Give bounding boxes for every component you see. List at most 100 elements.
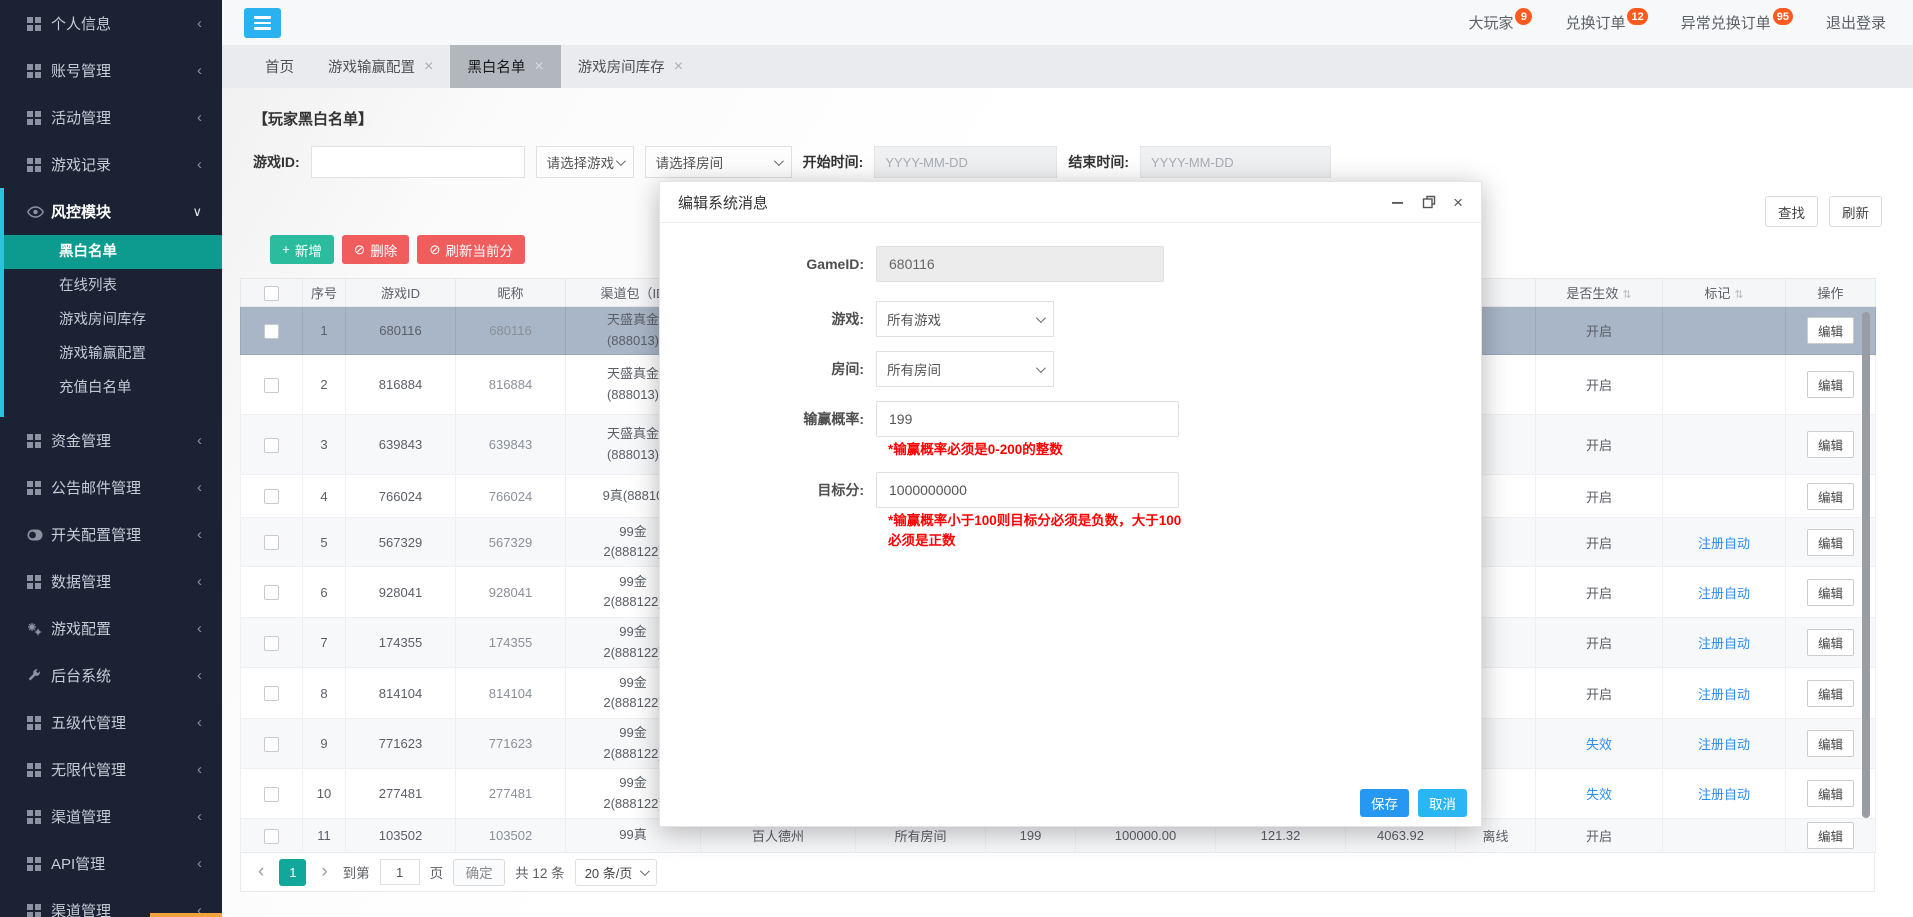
tab-游戏房间库存[interactable]: 游戏房间库存× [561,45,700,88]
sidebar-item-账号管理[interactable]: 账号管理‹ [0,47,222,94]
row-checkbox[interactable] [264,787,279,802]
row-checkbox[interactable] [264,829,279,844]
rate-input[interactable] [876,401,1179,437]
row-number-cell: 11 [303,819,346,853]
close-icon[interactable]: × [534,59,543,75]
modal-header: 编辑系统消息 × [660,182,1481,223]
row-checkbox[interactable] [264,535,279,550]
sidebar-item-开关配置管理[interactable]: 开关配置管理‹ [0,511,222,558]
sidebar-item-游戏配置[interactable]: 游戏配置‹ [0,605,222,652]
tab-黑白名单[interactable]: 黑白名单 × [450,45,560,88]
row-checkbox[interactable] [264,737,279,752]
game-row: 游戏: 所有游戏 [660,301,1481,337]
sidebar-subitem-在线列表[interactable]: 在线列表 [4,269,222,303]
hamburger-button[interactable] [244,8,281,38]
row-checkbox[interactable] [264,686,279,701]
sort-icon[interactable]: ⇅ [1622,289,1631,301]
sidebar-subitem-游戏房间库存[interactable]: 游戏房间库存 [4,303,222,337]
modal-game-select[interactable]: 所有游戏 [876,301,1054,337]
sidebar-scrollbar[interactable] [150,913,222,917]
grid-icon [27,904,51,917]
edit-button[interactable]: 编辑 [1807,317,1854,344]
edit-button[interactable]: 编辑 [1807,822,1854,849]
page-number-input[interactable] [380,859,420,885]
edit-button[interactable]: 编辑 [1807,371,1854,398]
edit-button[interactable]: 编辑 [1807,483,1854,510]
sidebar-subitem-充值白名单[interactable]: 充值白名单 [4,371,222,405]
maximize-icon[interactable] [1422,195,1436,209]
start-date-input[interactable] [874,146,1057,178]
edit-button[interactable]: 编辑 [1807,780,1854,807]
sidebar-item-API管理[interactable]: API管理‹ [0,840,222,887]
sidebar-item-数据管理[interactable]: 数据管理‹ [0,558,222,605]
prev-page-button[interactable]: ‹ [253,861,269,883]
refresh-score-button[interactable]: ⊘刷新当前分 [417,235,525,264]
grid-icon [27,111,51,125]
modal-room-select[interactable]: 所有房间 [876,351,1054,387]
minimize-icon[interactable] [1391,195,1405,209]
tab-游戏输赢配置[interactable]: 游戏输赢配置× [311,45,450,88]
end-date-input[interactable] [1140,146,1331,178]
sidebar-item-风控模块[interactable]: 风控模块∨ [4,188,222,235]
page-size-value: 20 条/页 [585,863,633,882]
tab-label: 黑白名单 [467,56,525,77]
sidebar-item-活动管理[interactable]: 活动管理‹ [0,94,222,141]
mark-link[interactable]: 注册自动 [1698,636,1750,651]
current-page-button[interactable]: 1 [279,859,306,886]
sidebar-item-无限代管理[interactable]: 无限代管理‹ [0,746,222,793]
sidebar-item-个人信息[interactable]: 个人信息‹ [0,0,222,47]
mark-link[interactable]: 注册自动 [1698,787,1750,802]
mark-link[interactable]: 注册自动 [1698,536,1750,551]
row-checkbox[interactable] [264,489,279,504]
sidebar-item-资金管理[interactable]: 资金管理‹ [0,417,222,464]
sidebar-item-公告邮件管理[interactable]: 公告邮件管理‹ [0,464,222,511]
close-icon[interactable]: × [424,59,433,75]
edit-button[interactable]: 编辑 [1807,579,1854,606]
mark-link[interactable]: 注册自动 [1698,687,1750,702]
row-checkbox[interactable] [264,438,279,453]
edit-button[interactable]: 编辑 [1807,529,1854,556]
row-checkbox[interactable] [264,378,279,393]
edit-button[interactable]: 编辑 [1807,431,1854,458]
topbar-item-大玩家[interactable]: 大玩家9 [1468,12,1532,33]
edit-button[interactable]: 编辑 [1807,629,1854,656]
select-all-checkbox[interactable] [264,286,279,301]
game-id-input[interactable] [311,146,525,178]
topbar-item-退出登录[interactable]: 退出登录 [1826,12,1886,33]
table-scrollbar[interactable] [1862,312,1870,818]
target-input[interactable] [876,472,1179,508]
add-button[interactable]: +新增 [270,235,334,264]
sidebar-subitem-游戏输赢配置[interactable]: 游戏输赢配置 [4,337,222,371]
active-status-cell: 开启 [1536,618,1663,668]
sidebar-item-渠道管理[interactable]: 渠道管理‹ [0,793,222,840]
edit-button[interactable]: 编辑 [1807,730,1854,757]
sort-icon[interactable]: ⇅ [1734,289,1743,301]
tab-首页[interactable]: 首页 [248,45,311,88]
game-select[interactable]: 请选择游戏 [536,146,634,178]
sidebar-item-游戏记录[interactable]: 游戏记录‹ [0,141,222,188]
close-icon[interactable]: × [1453,194,1463,211]
save-button[interactable]: 保存 [1360,789,1409,817]
sidebar-subitem-黑白名单[interactable]: 黑白名单 [4,235,222,269]
refresh-button[interactable]: 刷新 [1829,196,1882,227]
next-page-button[interactable]: › [316,861,332,883]
edit-button[interactable]: 编辑 [1807,680,1854,707]
row-checkbox[interactable] [264,636,279,651]
row-checkbox[interactable] [264,324,279,339]
delete-button[interactable]: ⊘删除 [342,235,409,264]
cancel-button[interactable]: 取消 [1418,789,1467,817]
row-checkbox[interactable] [264,585,279,600]
page-size-select[interactable]: 20 条/页 [575,859,658,886]
search-button[interactable]: 查找 [1765,196,1818,227]
topbar-item-兑换订单[interactable]: 兑换订单12 [1565,12,1647,33]
nickname-cell: 928041 [456,567,566,618]
sidebar-item-五级代管理[interactable]: 五级代管理‹ [0,699,222,746]
topbar-item-异常兑换订单[interactable]: 异常兑换订单95 [1681,12,1793,33]
confirm-page-button[interactable]: 确定 [453,859,505,886]
close-icon[interactable]: × [674,59,683,75]
sidebar-item-后台系统[interactable]: 后台系统‹ [0,652,222,699]
notification-badge: 9 [1515,8,1532,25]
mark-link[interactable]: 注册自动 [1698,586,1750,601]
room-select[interactable]: 请选择房间 [645,146,792,178]
mark-link[interactable]: 注册自动 [1698,737,1750,752]
